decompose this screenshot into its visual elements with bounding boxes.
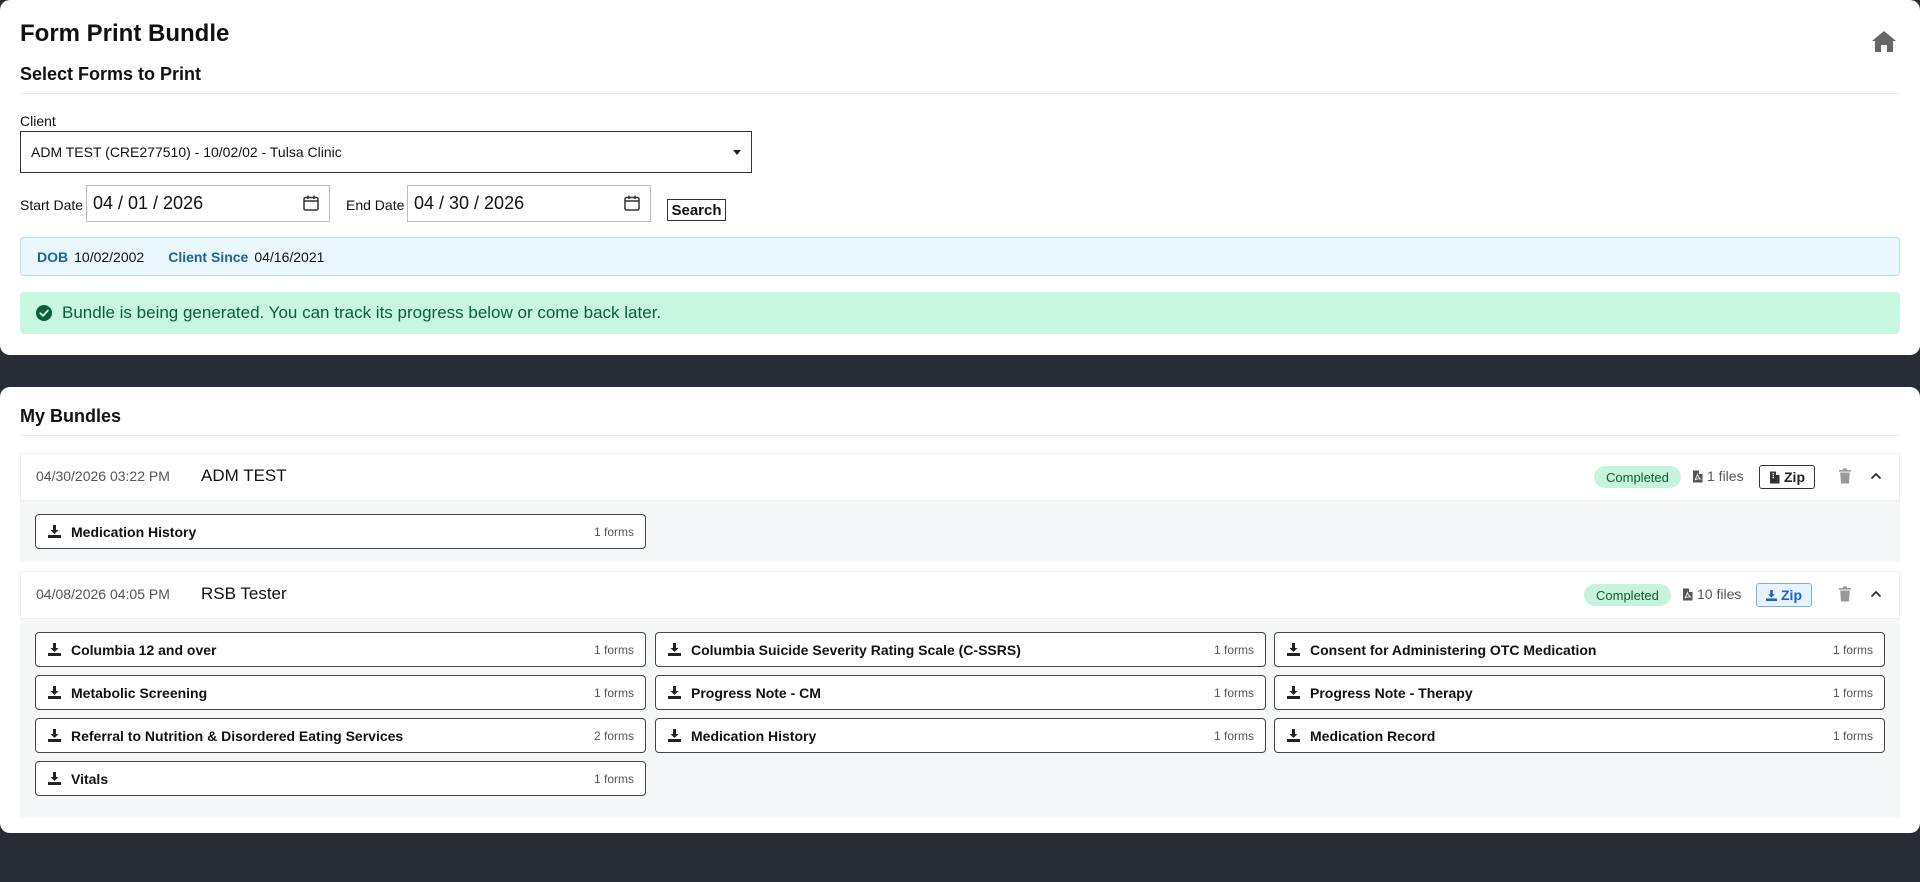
form-name: Medication History	[71, 523, 197, 540]
file-pdf-icon	[1683, 588, 1693, 600]
form-name: Columbia Suicide Severity Rating Scale (…	[691, 641, 1021, 658]
divider	[20, 435, 1900, 436]
download-icon	[668, 729, 681, 742]
file-zip-icon	[1770, 471, 1780, 483]
bundle-name: RSB Tester	[201, 584, 287, 603]
download-icon	[48, 686, 61, 699]
form-count: 1 forms	[1832, 642, 1873, 657]
search-button[interactable]: Search	[667, 199, 726, 221]
my-bundles-panel: My Bundles 04/30/2026 03:22 PM ADM TEST …	[0, 387, 1920, 833]
form-count: 1 forms	[1832, 728, 1873, 743]
form-count: 1 forms	[1213, 642, 1254, 657]
section-title-select-forms: Select Forms to Print	[20, 64, 202, 84]
end-date-value: 04 / 30 / 2026	[414, 193, 525, 213]
form-count: 1 forms	[593, 524, 634, 539]
zip-button[interactable]: Zip	[1759, 465, 1815, 489]
download-icon	[48, 643, 61, 656]
download-icon	[48, 525, 61, 538]
download-icon	[668, 643, 681, 656]
form-name: Progress Note - CM	[691, 684, 821, 701]
form-name: Consent for Administering OTC Medication	[1310, 641, 1597, 658]
chevron-up-icon[interactable]	[1870, 590, 1882, 598]
form-download-button[interactable]: Columbia 12 and over 1 forms	[35, 632, 646, 667]
alert-message: Bundle is being generated. You can track…	[62, 303, 662, 322]
form-print-panel: Form Print Bundle Select Forms to Print …	[0, 0, 1920, 355]
form-download-button[interactable]: Metabolic Screening 1 forms	[35, 675, 646, 710]
form-count: 1 forms	[593, 685, 634, 700]
caret-down-icon	[733, 150, 741, 155]
client-since-label: Client Since	[168, 248, 249, 265]
form-name: Columbia 12 and over	[71, 641, 217, 658]
end-date-label: End Date	[346, 197, 405, 213]
start-date-value: 04 / 01 / 2026	[93, 193, 204, 213]
form-download-button[interactable]: Vitals 1 forms	[35, 761, 646, 796]
form-name: Metabolic Screening	[71, 684, 208, 701]
end-date-input[interactable]: 04 / 30 / 2026	[407, 185, 651, 222]
download-icon	[1766, 589, 1777, 601]
zip-label: Zip	[1784, 469, 1805, 485]
status-badge: Completed	[1594, 466, 1681, 488]
download-icon	[1287, 643, 1300, 656]
status-badge: Completed	[1584, 584, 1671, 606]
form-name: Medication Record	[1310, 727, 1436, 744]
bundle-forms: Medication History 1 forms	[20, 501, 1900, 561]
bundle-header[interactable]: 04/08/2026 04:05 PM RSB Tester Completed…	[20, 571, 1900, 619]
section-title-my-bundles: My Bundles	[20, 406, 122, 426]
form-name: Referral to Nutrition & Disordered Eatin…	[71, 727, 404, 744]
start-date-label: Start Date	[20, 197, 84, 213]
client-label: Client	[20, 113, 56, 129]
form-download-button[interactable]: Columbia Suicide Severity Rating Scale (…	[655, 632, 1266, 667]
form-count: 1 forms	[593, 642, 634, 657]
bundle-date: 04/30/2026 03:22 PM	[36, 468, 170, 484]
form-count: 1 forms	[1213, 728, 1254, 743]
divider	[20, 93, 1900, 94]
client-info-bar: DOB 10/02/2002 Client Since 04/16/2021	[20, 237, 1900, 276]
client-select-value: ADM TEST (CRE277510) - 10/02/02 - Tulsa …	[31, 144, 342, 160]
form-count: 1 forms	[1213, 685, 1254, 700]
chevron-up-icon[interactable]	[1870, 472, 1882, 480]
form-download-button[interactable]: Medication History 1 forms	[35, 514, 646, 549]
download-icon	[1287, 729, 1300, 742]
bundle-forms: Columbia 12 and over 1 forms Columbia Su…	[20, 619, 1900, 818]
file-count-text: 10 files	[1697, 586, 1742, 602]
home-icon[interactable]	[1870, 28, 1898, 54]
download-icon	[1287, 686, 1300, 699]
form-count: 2 forms	[593, 728, 634, 743]
download-icon	[668, 686, 681, 699]
bundle-name: ADM TEST	[201, 466, 287, 485]
calendar-icon[interactable]	[302, 194, 320, 212]
start-date-input[interactable]: 04 / 01 / 2026	[86, 185, 330, 222]
client-since-value: 04/16/2021	[254, 248, 325, 265]
bundle-header[interactable]: 04/30/2026 03:22 PM ADM TEST Completed 1…	[20, 453, 1900, 501]
trash-icon[interactable]	[1838, 586, 1852, 602]
form-download-button[interactable]: Medication Record 1 forms	[1274, 718, 1885, 753]
download-icon	[48, 729, 61, 742]
download-icon	[48, 772, 61, 785]
client-select[interactable]: ADM TEST (CRE277510) - 10/02/02 - Tulsa …	[20, 131, 752, 173]
file-count: 10 files	[1682, 586, 1741, 602]
form-count: 1 forms	[1832, 685, 1873, 700]
form-download-button[interactable]: Medication History 1 forms	[655, 718, 1266, 753]
zip-download-button[interactable]: Zip	[1756, 583, 1812, 607]
form-download-button[interactable]: Progress Note - Therapy 1 forms	[1274, 675, 1885, 710]
page-title: Form Print Bundle	[20, 20, 230, 47]
file-pdf-icon	[1693, 470, 1703, 482]
form-name: Vitals	[71, 770, 109, 787]
dob-value: 10/02/2002	[74, 248, 145, 265]
form-download-button[interactable]: Progress Note - CM 1 forms	[655, 675, 1266, 710]
form-download-button[interactable]: Consent for Administering OTC Medication…	[1274, 632, 1885, 667]
file-count: 1 files	[1692, 468, 1744, 484]
form-name: Progress Note - Therapy	[1310, 684, 1473, 701]
success-alert: Bundle is being generated. You can track…	[20, 292, 1900, 334]
form-download-button[interactable]: Referral to Nutrition & Disordered Eatin…	[35, 718, 646, 753]
dob-label: DOB	[37, 248, 69, 265]
calendar-icon[interactable]	[623, 194, 641, 212]
zip-label: Zip	[1781, 587, 1802, 603]
trash-icon[interactable]	[1838, 468, 1852, 484]
form-name: Medication History	[691, 727, 817, 744]
bundle-date: 04/08/2026 04:05 PM	[36, 586, 170, 602]
check-circle-icon	[36, 305, 52, 321]
file-count-text: 1 files	[1707, 468, 1744, 484]
form-count: 1 forms	[593, 771, 634, 786]
